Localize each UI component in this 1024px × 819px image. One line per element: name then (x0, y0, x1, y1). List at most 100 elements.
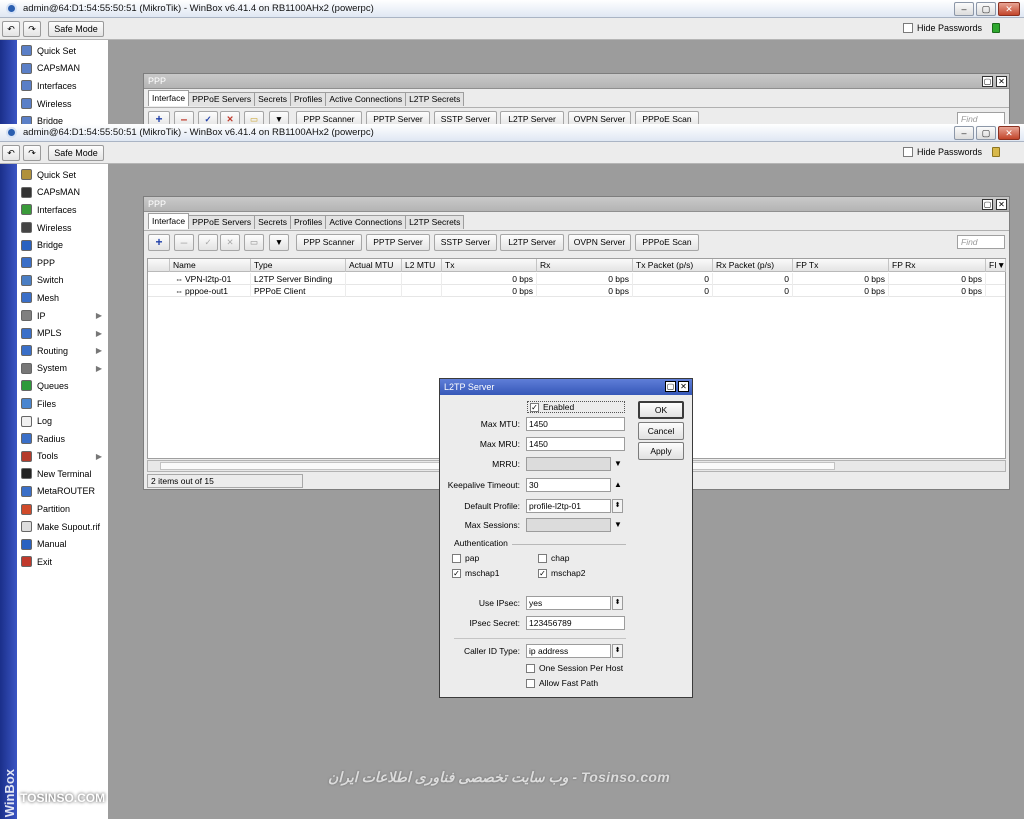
back-sidebar-item-capsman[interactable]: CAPsMAN (18, 60, 108, 78)
sidebar-item-quick-set[interactable]: Quick Set (18, 166, 108, 184)
back-close-button[interactable]: ✕ (998, 2, 1020, 16)
safe-mode-button[interactable]: Safe Mode (48, 145, 104, 161)
close-button[interactable]: ✕ (998, 126, 1020, 140)
default-profile-dropdown-icon[interactable]: ⬍ (612, 499, 623, 513)
ppp-title-bar[interactable]: PPP ▢ ✕ (144, 197, 1009, 212)
mschap2-option[interactable]: ✓ mschap2 (538, 568, 586, 578)
column-header-actual-mtu[interactable]: Actual MTU (346, 259, 402, 272)
hide-passwords[interactable]: Hide Passwords (902, 147, 1000, 157)
keepalive-collapse-icon[interactable]: ▲ (614, 478, 622, 492)
back-sidebar-item-interfaces[interactable]: Interfaces (18, 77, 108, 95)
enabled-checkbox[interactable]: ✓ (530, 402, 539, 412)
disable-button[interactable]: ✕ (220, 234, 240, 251)
max-mru-input[interactable]: 1450 (526, 437, 625, 451)
sidebar-item-system[interactable]: System ▶ (18, 360, 108, 378)
sidebar-item-partition[interactable]: Partition (18, 500, 108, 518)
add-button[interactable]: + (148, 234, 170, 251)
table-row[interactable]: ⇔ VPN-l2tp-01 L2TP Server Binding 0 bps 0 bp… (148, 273, 1005, 285)
allow-fast-path-checkbox[interactable] (526, 678, 535, 688)
mschap1-option[interactable]: ✓ mschap1 (452, 568, 500, 578)
sidebar-item-ppp[interactable]: PPP (18, 254, 108, 272)
back-sidebar-item-wireless[interactable]: Wireless (18, 95, 108, 113)
sidebar-item-interfaces[interactable]: Interfaces (18, 201, 108, 219)
caller-id-dropdown-icon[interactable]: ⬍ (612, 644, 623, 658)
column-header-name[interactable]: Name (170, 259, 251, 272)
allow-fast-path-option[interactable]: Allow Fast Path (526, 678, 598, 688)
apply-button[interactable]: Apply (638, 442, 684, 460)
column-header-type[interactable]: Type (251, 259, 346, 272)
back-redo-button[interactable]: ↷ (23, 21, 41, 37)
pppoe-scan-button[interactable]: PPPoE Scan (635, 234, 699, 251)
back-undo-button[interactable]: ↶ (2, 21, 20, 37)
redo-button[interactable]: ↷ (23, 145, 41, 161)
mschap2-checkbox[interactable]: ✓ (538, 568, 547, 578)
sidebar-item-log[interactable]: Log (18, 412, 108, 430)
sidebar-item-routing[interactable]: Routing ▶ (18, 342, 108, 360)
back-minimize-button[interactable]: – (954, 2, 974, 16)
sidebar-item-manual[interactable]: Manual (18, 535, 108, 553)
column-header-tx[interactable]: Tx (442, 259, 537, 272)
minimize-button[interactable]: – (954, 126, 974, 140)
sidebar-item-mpls[interactable]: MPLS ▶ (18, 324, 108, 342)
sidebar-item-tools[interactable]: Tools ▶ (18, 448, 108, 466)
caller-id-select[interactable]: ip address (526, 644, 611, 658)
tab-pppoe-servers[interactable]: PPPoE Servers (188, 215, 256, 229)
one-session-checkbox[interactable] (526, 663, 535, 673)
chap-option[interactable]: chap (538, 553, 569, 563)
sidebar-item-switch[interactable]: Switch (18, 272, 108, 290)
ovpn-server-button[interactable]: OVPN Server (568, 234, 631, 251)
mschap1-checkbox[interactable]: ✓ (452, 568, 461, 578)
back-ppp-restore-button[interactable]: ▢ (982, 76, 993, 87)
back-maximize-button[interactable]: ▢ (976, 2, 996, 16)
l2tp-server-button[interactable]: L2TP Server (500, 234, 564, 251)
back-tab-interface[interactable]: Interface (148, 90, 190, 106)
mrru-dropdown-icon[interactable]: ▼ (614, 457, 622, 471)
back-safe-mode-button[interactable]: Safe Mode (48, 21, 104, 37)
back-sidebar-item-quick-set[interactable]: Quick Set (18, 42, 108, 60)
sidebar-item-new-terminal[interactable]: New Terminal (18, 465, 108, 483)
max-sessions-dropdown-icon[interactable]: ▼ (614, 518, 622, 532)
maximize-button[interactable]: ▢ (976, 126, 996, 140)
back-ppp-close-button[interactable]: ✕ (996, 76, 1007, 87)
one-session-option[interactable]: One Session Per Host (526, 663, 623, 673)
sidebar-item-radius[interactable]: Radius (18, 430, 108, 448)
tab-profiles[interactable]: Profiles (289, 215, 327, 229)
l2tp-title-bar[interactable]: L2TP Server ▢ ✕ (440, 379, 692, 395)
sidebar-item-files[interactable]: Files (18, 395, 108, 413)
back-hide-passwords[interactable]: Hide Passwords (902, 23, 1000, 33)
ppp-restore-button[interactable]: ▢ (982, 199, 993, 210)
chap-checkbox[interactable] (538, 553, 547, 563)
use-ipsec-select[interactable]: yes (526, 596, 611, 610)
enable-button[interactable]: ✓ (198, 234, 218, 251)
back-tab-secrets[interactable]: Secrets (254, 92, 291, 106)
back-tab-profiles[interactable]: Profiles (289, 92, 327, 106)
ok-button[interactable]: OK (638, 401, 684, 419)
ppp-scanner-button[interactable]: PPP Scanner (296, 234, 362, 251)
tab-l2tp-secrets[interactable]: L2TP Secrets (405, 215, 465, 229)
pap-checkbox[interactable] (452, 553, 461, 563)
column-header-l2-mtu[interactable]: L2 MTU (402, 259, 442, 272)
back-tab-pppoe-servers[interactable]: PPPoE Servers (188, 92, 256, 106)
sidebar-item-wireless[interactable]: Wireless (18, 219, 108, 237)
comment-button[interactable]: ▭ (244, 234, 264, 251)
max-mtu-input[interactable]: 1450 (526, 417, 625, 431)
column-header-fp-rx[interactable]: FP Rx (889, 259, 986, 272)
back-tab-l2tp-secrets[interactable]: L2TP Secrets (405, 92, 465, 106)
enabled-checkbox-row[interactable]: ✓ Enabled (527, 401, 625, 413)
sidebar-item-mesh[interactable]: Mesh (18, 289, 108, 307)
pap-option[interactable]: pap (452, 553, 479, 563)
use-ipsec-dropdown-icon[interactable]: ⬍ (612, 596, 623, 610)
pptp-server-button[interactable]: PPTP Server (366, 234, 430, 251)
ipsec-secret-input[interactable]: 123456789 (526, 616, 625, 630)
sidebar-item-ip[interactable]: IP ▶ (18, 307, 108, 325)
cancel-button[interactable]: Cancel (638, 422, 684, 440)
l2tp-restore-button[interactable]: ▢ (665, 381, 676, 392)
remove-button[interactable]: – (174, 234, 194, 251)
tab-active-connections[interactable]: Active Connections (325, 215, 407, 229)
tab-interface[interactable]: Interface (148, 213, 190, 229)
back-tab-active-connections[interactable]: Active Connections (325, 92, 407, 106)
sstp-server-button[interactable]: SSTP Server (434, 234, 497, 251)
sidebar-item-bridge[interactable]: Bridge (18, 236, 108, 254)
column-header-rx-packet-p-s-[interactable]: Rx Packet (p/s) (713, 259, 793, 272)
sidebar-item-exit[interactable]: Exit (18, 553, 108, 571)
